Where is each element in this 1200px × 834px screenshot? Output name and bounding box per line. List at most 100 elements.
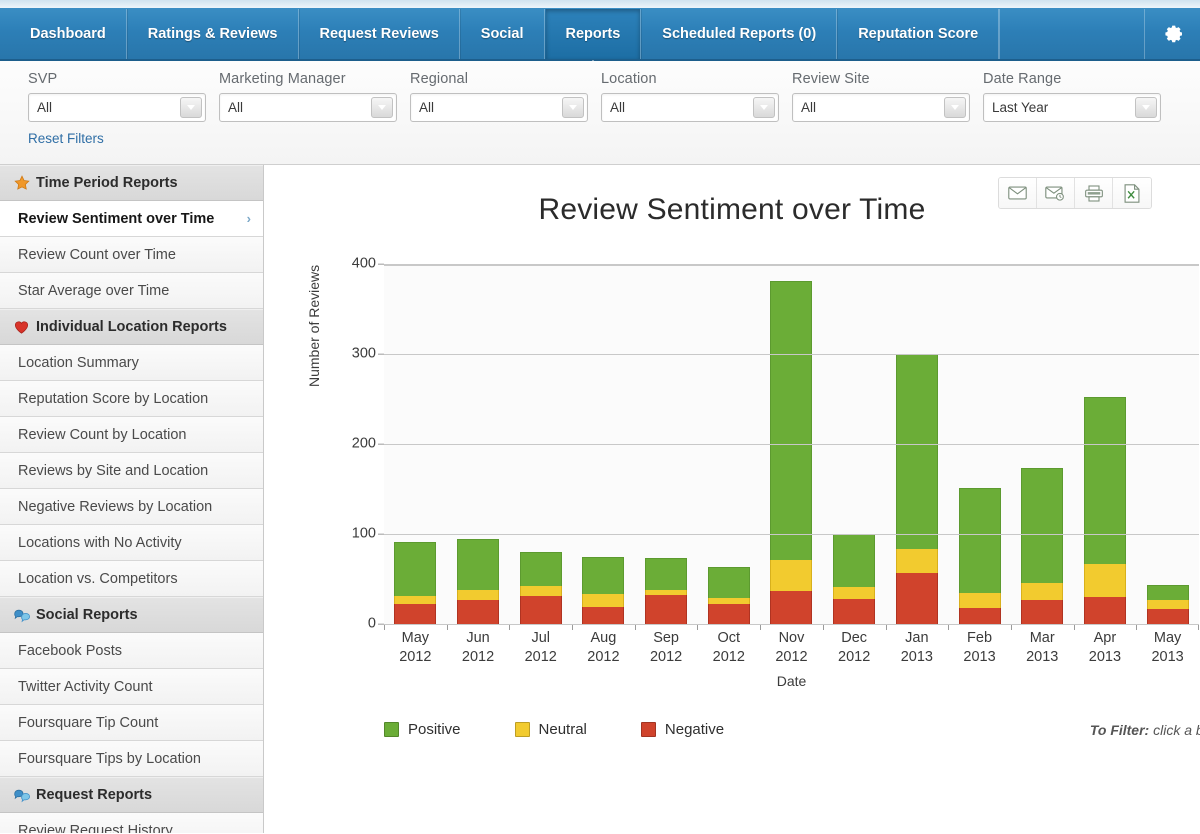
nav-tab-reputation-score[interactable]: Reputation Score (837, 9, 1000, 59)
bar-slot[interactable] (760, 266, 823, 630)
bar-segment-negative[interactable] (457, 599, 500, 625)
bar-segment-neutral[interactable] (1083, 563, 1126, 598)
bar-segment-negative[interactable] (1083, 597, 1126, 625)
sidebar-group-social-reports[interactable]: Social Reports (0, 597, 263, 633)
bar-segment-positive[interactable] (1146, 585, 1189, 600)
sidebar-item-review-sentiment-over-time[interactable]: Review Sentiment over Time › (0, 201, 263, 237)
sidebar-item-twitter-activity-count[interactable]: Twitter Activity Count (0, 669, 263, 705)
bar-slot[interactable] (384, 266, 447, 630)
bar-segment-negative[interactable] (394, 604, 437, 625)
sidebar-item-reputation-score-by-location[interactable]: Reputation Score by Location (0, 381, 263, 417)
filter-select-svp[interactable]: All (28, 93, 206, 122)
stacked-bar[interactable] (1083, 397, 1126, 625)
bar-slot[interactable] (822, 266, 886, 630)
filter-select-regional[interactable]: All (410, 93, 588, 122)
sidebar-group-individual-location-reports[interactable]: Individual Location Reports (0, 309, 263, 345)
export-excel-button[interactable] (1113, 178, 1151, 208)
stacked-bar[interactable] (895, 354, 938, 625)
bar-slot[interactable] (885, 266, 949, 630)
sidebar-group-request-reports[interactable]: Request Reports (0, 777, 263, 813)
nav-tab-ratings-reviews[interactable]: Ratings & Reviews (126, 9, 299, 59)
print-report-button[interactable] (1075, 178, 1113, 208)
bar-segment-negative[interactable] (645, 595, 688, 625)
bar-segment-neutral[interactable] (1146, 599, 1189, 609)
chevron-down-icon[interactable] (753, 97, 775, 118)
nav-tab-request-reviews[interactable]: Request Reviews (298, 9, 460, 59)
bar-segment-negative[interactable] (833, 598, 876, 625)
bar-slot[interactable] (634, 266, 698, 630)
stacked-bar[interactable] (707, 567, 750, 625)
filter-select-date-range[interactable]: Last Year (983, 93, 1161, 122)
bar-segment-neutral[interactable] (582, 593, 625, 607)
nav-tab-social[interactable]: Social (459, 9, 545, 59)
bar-segment-positive[interactable] (394, 542, 437, 597)
bar-segment-negative[interactable] (1021, 599, 1064, 625)
bar-segment-negative[interactable] (958, 607, 1001, 625)
bar-segment-positive[interactable] (895, 354, 938, 549)
reset-filters-link[interactable]: Reset Filters (28, 131, 104, 146)
bar-slot[interactable] (1010, 266, 1074, 630)
sidebar-item-reviews-by-site-and-location[interactable]: Reviews by Site and Location (0, 453, 263, 489)
bar-segment-neutral[interactable] (958, 592, 1001, 608)
stacked-bar[interactable] (519, 552, 562, 625)
filter-select-review-site[interactable]: All (792, 93, 970, 122)
bar-segment-positive[interactable] (833, 534, 876, 588)
bar-segment-positive[interactable] (582, 556, 625, 594)
bar-segment-negative[interactable] (519, 596, 562, 625)
stacked-bar[interactable] (457, 538, 500, 625)
sidebar-item-foursquare-tip-count[interactable]: Foursquare Tip Count (0, 705, 263, 741)
stacked-bar[interactable] (1021, 467, 1064, 625)
bar-segment-positive[interactable] (707, 567, 750, 599)
chevron-down-icon[interactable] (944, 97, 966, 118)
bar-segment-negative[interactable] (770, 590, 813, 625)
bar-slot[interactable] (1073, 266, 1137, 630)
bar-segment-positive[interactable] (519, 552, 562, 587)
sidebar-item-review-count-over-time[interactable]: Review Count over Time (0, 237, 263, 273)
chevron-down-icon[interactable] (1135, 97, 1157, 118)
chevron-down-icon[interactable] (371, 97, 393, 118)
nav-tab-reports[interactable]: Reports (544, 9, 642, 69)
sidebar-item-review-request-history[interactable]: Review Request History (0, 813, 263, 833)
bar-segment-positive[interactable] (770, 281, 813, 561)
stacked-bar[interactable] (645, 557, 688, 625)
sidebar-item-facebook-posts[interactable]: Facebook Posts (0, 633, 263, 669)
stacked-bar[interactable] (958, 488, 1001, 625)
bar-segment-positive[interactable] (457, 538, 500, 590)
stacked-bar[interactable] (833, 534, 876, 625)
bar-segment-neutral[interactable] (833, 587, 876, 599)
bar-segment-negative[interactable] (707, 604, 750, 625)
bar-segment-negative[interactable] (895, 572, 938, 625)
legend-item-positive[interactable]: Positive (384, 721, 461, 738)
sidebar-item-foursquare-tips-by-location[interactable]: Foursquare Tips by Location (0, 741, 263, 777)
chevron-down-icon[interactable] (562, 97, 584, 118)
stacked-bar[interactable] (394, 542, 437, 625)
bar-slot[interactable] (1136, 266, 1199, 630)
bar-segment-neutral[interactable] (394, 596, 437, 605)
bar-slot[interactable] (572, 266, 635, 630)
sidebar-group-time-period-reports[interactable]: Time Period Reports (0, 165, 263, 201)
stacked-bar[interactable] (582, 556, 625, 625)
bar-segment-positive[interactable] (1083, 397, 1126, 564)
email-report-button[interactable] (999, 178, 1037, 208)
bar-slot[interactable] (948, 266, 1011, 630)
bar-segment-negative[interactable] (1146, 608, 1189, 625)
bar-segment-neutral[interactable] (519, 586, 562, 597)
bar-segment-positive[interactable] (958, 488, 1001, 593)
bar-segment-positive[interactable] (645, 557, 688, 590)
chevron-down-icon[interactable] (180, 97, 202, 118)
bar-segment-neutral[interactable] (457, 589, 500, 600)
legend-item-negative[interactable]: Negative (640, 721, 724, 738)
legend-item-neutral[interactable]: Neutral (514, 721, 587, 738)
nav-tab-dashboard[interactable]: Dashboard (10, 9, 127, 59)
sidebar-item-location-summary[interactable]: Location Summary (0, 345, 263, 381)
sidebar-item-location-vs-competitors[interactable]: Location vs. Competitors (0, 561, 263, 597)
filter-select-location[interactable]: All (601, 93, 779, 122)
sidebar-item-review-count-by-location[interactable]: Review Count by Location (0, 417, 263, 453)
bar-segment-positive[interactable] (1021, 467, 1064, 583)
sidebar-item-locations-with-no-activity[interactable]: Locations with No Activity (0, 525, 263, 561)
schedule-email-button[interactable] (1037, 178, 1075, 208)
bar-slot[interactable] (697, 266, 760, 630)
sidebar-item-star-average-over-time[interactable]: Star Average over Time (0, 273, 263, 309)
sidebar-item-negative-reviews-by-location[interactable]: Negative Reviews by Location (0, 489, 263, 525)
bar-slot[interactable] (446, 266, 510, 630)
